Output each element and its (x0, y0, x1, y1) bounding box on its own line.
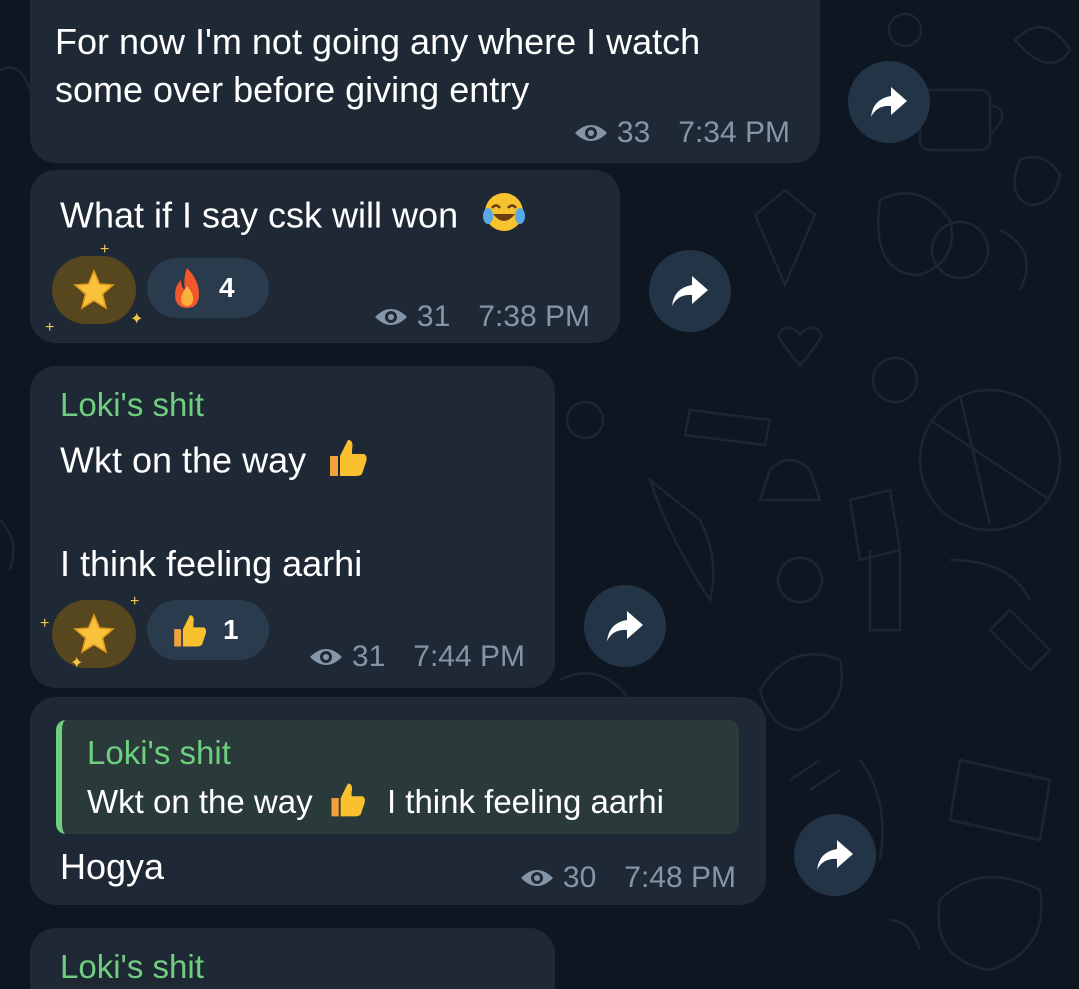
message-text: Hogya (60, 846, 165, 887)
sparkle-icon: ✦ (70, 655, 84, 672)
share-arrow-icon (817, 840, 853, 870)
message-time: 7:44 PM (413, 640, 525, 673)
sparkle-icon: + (100, 241, 110, 258)
message-meta: 31 7:38 PM (373, 300, 590, 334)
message-meta: 31 7:44 PM (308, 640, 525, 674)
views-icon (309, 649, 342, 665)
reply-quote[interactable]: Loki's shit Wkt on the way I think feeli… (56, 720, 739, 834)
message-text: What if I say csk will won (60, 190, 526, 246)
star-reaction[interactable] (52, 600, 136, 668)
share-arrow-icon (607, 611, 643, 641)
fire-reaction[interactable]: 4 (147, 258, 269, 318)
sparkle-icon: + (45, 319, 55, 336)
views-icon (520, 870, 553, 886)
views-count: 33 (616, 116, 651, 149)
message-bubble[interactable]: What if I say csk will won + + ✦ 4 31 7:… (30, 170, 620, 343)
views-count: 31 (416, 300, 451, 333)
message-meta: 33 7:34 PM (573, 116, 790, 150)
star-reaction[interactable] (52, 256, 136, 324)
reaction-count: 1 (223, 614, 239, 645)
fire-icon (175, 268, 199, 308)
reply-text: Wkt on the way I think feeling aarhi (87, 778, 664, 831)
reply-sender-name: Loki's shit (87, 734, 231, 771)
thumbs-up-icon (174, 615, 207, 647)
forward-button[interactable] (848, 61, 930, 143)
message-bubble[interactable]: Loki's shit Wkt on the way I think feeli… (30, 697, 766, 905)
message-time: 7:38 PM (478, 300, 590, 333)
star-icon (73, 613, 115, 654)
message-bubble[interactable]: Loki's shit (30, 928, 555, 989)
message-time: 7:34 PM (678, 116, 790, 149)
thumbs-up-icon (326, 778, 368, 831)
thumbs-up-icon (324, 434, 370, 492)
star-icon (73, 269, 115, 310)
message-text: Wkt on the way I think feeling aarhi (60, 434, 370, 588)
message-meta: 30 7:48 PM (519, 861, 736, 895)
message-bubble[interactable]: For now I'm not going any where I watch … (30, 0, 820, 163)
sparkle-icon: + (130, 593, 140, 610)
sparkle-icon: ✦ (130, 311, 144, 328)
forward-button[interactable] (649, 250, 731, 332)
share-arrow-icon (871, 87, 907, 117)
views-icon (574, 125, 607, 141)
views-count: 31 (351, 640, 386, 673)
message-text: For now I'm not going any where I watch … (55, 21, 701, 110)
message-time: 7:48 PM (624, 861, 736, 894)
reaction-count: 4 (219, 272, 235, 303)
face-with-tears-of-joy-icon (482, 190, 526, 246)
message-bubble[interactable]: Loki's shit Wkt on the way I think feeli… (30, 366, 555, 688)
sender-name[interactable]: Loki's shit (60, 948, 204, 986)
sender-name[interactable]: Loki's shit (60, 386, 204, 424)
views-icon (374, 309, 407, 325)
forward-button[interactable] (794, 814, 876, 896)
forward-button[interactable] (584, 585, 666, 667)
sparkle-icon: + (40, 615, 50, 632)
share-arrow-icon (672, 276, 708, 306)
views-count: 30 (562, 861, 597, 894)
thumbs-up-reaction[interactable]: 1 (147, 600, 269, 660)
